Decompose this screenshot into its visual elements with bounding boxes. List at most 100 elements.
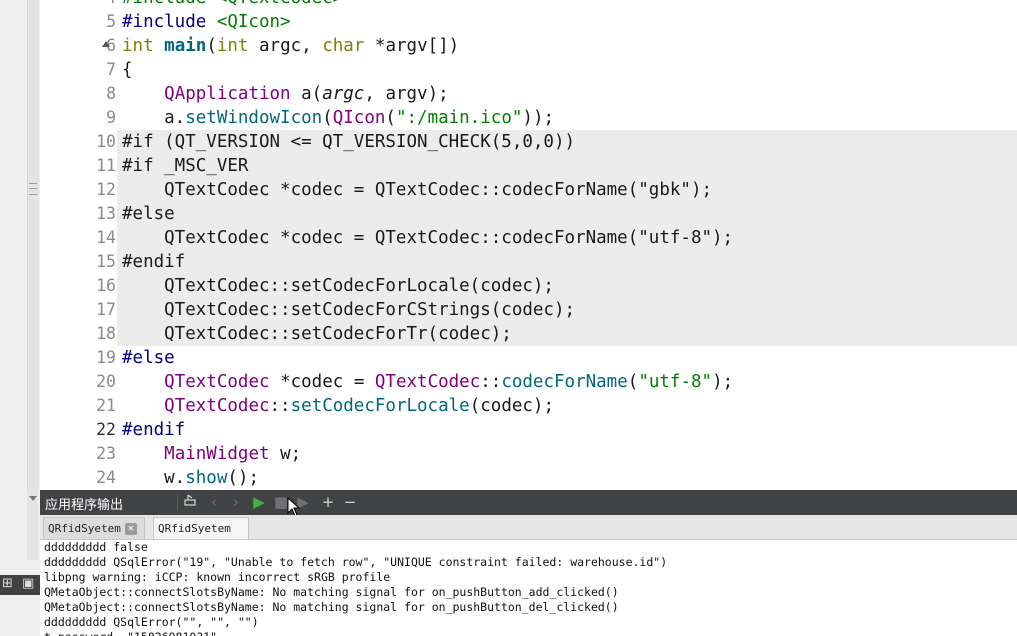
tab-close-icon[interactable]: ✕ <box>124 523 137 535</box>
code-token: setWindowIcon <box>185 108 323 128</box>
output-tab-bar: QRfidSyetem✕ QRfidSyetem✕ <box>40 515 1017 557</box>
line-number: 5 <box>106 12 116 31</box>
code-line[interactable]: #endif <box>117 418 1017 442</box>
code-line[interactable]: QTextCodec::setCodecForCStrings(codec); <box>117 298 1017 322</box>
code-token: MainWidget <box>164 444 281 464</box>
split-view-icon[interactable]: ⊞ <box>2 576 13 591</box>
panel-toggle-icon[interactable]: ▣ <box>22 576 34 591</box>
code-token: main <box>164 36 207 56</box>
code-token: QTextCodec <box>164 396 270 416</box>
code-token: #if (QT_VERSION <= QT_VERSION_CHECK(5,0,… <box>122 132 576 152</box>
left-panel-scrollbar[interactable] <box>27 0 39 490</box>
fold-marker-icon[interactable] <box>102 41 110 47</box>
code-token: int <box>122 36 165 56</box>
line-number: 12 <box>96 180 116 199</box>
code-token: a( <box>301 84 323 104</box>
left-side-panel <box>0 0 41 490</box>
code-token: ( <box>322 108 333 128</box>
output-tab-qrfidsyetem-1[interactable]: QRfidSyetem ✕ <box>43 517 145 539</box>
code-token: , <box>364 84 386 104</box>
code-line[interactable]: #if (QT_VERSION <= QT_VERSION_CHECK(5,0,… <box>117 130 1017 154</box>
left-lower-scrollbar[interactable] <box>27 490 38 560</box>
code-token: codecForName <box>501 372 628 392</box>
output-pane-toolbar: 应用程序输出 ‹ › ▶ ■ ▶ + − <box>40 490 1017 515</box>
code-token: #if _MSC_VER <box>122 156 249 176</box>
line-number: 4 <box>40 0 116 10</box>
code-token: a. <box>122 108 186 128</box>
code-line[interactable]: w.show(); <box>117 466 1017 490</box>
code-token: ); <box>427 84 449 104</box>
rerun-icon[interactable]: ▶ <box>249 492 269 513</box>
previous-item-icon[interactable]: ‹ <box>204 492 224 513</box>
code-line[interactable]: #include <QIcon> <box>117 10 1017 34</box>
code-token: QTextCodec::setCodecForCStrings(codec); <box>122 300 576 320</box>
line-number: 10 <box>96 132 116 151</box>
line-number-gutter: 456789101112131415161718192021222324 <box>40 0 117 490</box>
code-token: QTextCodec *codec = QTextCodec::codecFor… <box>122 180 713 200</box>
code-token: w. <box>122 468 186 488</box>
splitter-grip-icon[interactable] <box>29 183 37 195</box>
code-line[interactable]: MainWidget w; <box>117 442 1017 466</box>
code-token: #else <box>122 348 175 368</box>
zoom-in-icon[interactable]: + <box>318 492 338 513</box>
code-line[interactable]: QTextCodec *codec = QTextCodec::codecFor… <box>117 178 1017 202</box>
application-output-text[interactable]: ddddddddd false ddddddddd QSqlError("19",… <box>40 540 1017 636</box>
code-token: )); <box>522 108 555 128</box>
code-line[interactable]: QTextCodec *codec = QTextCodec::codecFor… <box>117 226 1017 250</box>
code-line[interactable]: QTextCodec::setCodecForLocale(codec); <box>117 394 1017 418</box>
code-token: ( <box>385 108 396 128</box>
code-token: QTextCodec *codec = QTextCodec::codecFor… <box>122 228 734 248</box>
code-editor[interactable]: #include <QTextCodec> #include <QIcon>int… <box>117 0 1017 490</box>
output-pane-title: 应用程序输出 <box>45 498 124 513</box>
attach-to-process-icon[interactable] <box>180 492 200 513</box>
code-line[interactable]: { <box>117 58 1017 82</box>
code-line[interactable]: #include <QTextCodec> <box>117 0 1017 10</box>
line-number: 19 <box>96 348 116 367</box>
code-line[interactable]: QTextCodec::setCodecForTr(codec); <box>117 322 1017 346</box>
code-line[interactable]: #if _MSC_VER <box>117 154 1017 178</box>
code-token: (codec); <box>469 396 555 416</box>
output-tab-qrfidsyetem-2[interactable]: QRfidSyetem✕ <box>153 517 249 557</box>
code-token: QApplication <box>164 84 302 104</box>
output-line: t password "15826981031" <box>44 630 217 636</box>
code-token: QIcon <box>332 108 386 128</box>
tab-label: QRfidSyetem <box>158 522 231 535</box>
code-token: setCodecForLocale <box>290 396 470 416</box>
next-item-icon[interactable]: › <box>226 492 246 513</box>
line-number: 21 <box>96 396 116 415</box>
code-line[interactable]: #else <box>117 202 1017 226</box>
code-line[interactable]: #else <box>117 346 1017 370</box>
code-token: :: <box>269 396 291 416</box>
code-token: w; <box>280 444 302 464</box>
code-line[interactable]: int main(int argc, char *argv[]) <box>117 34 1017 58</box>
code-token: #include <box>122 12 217 32</box>
code-token: ( <box>206 36 217 56</box>
code-token: QTextCodec::setCodecForTr(codec); <box>122 324 512 344</box>
code-line[interactable]: QTextCodec *codec = QTextCodec::codecFor… <box>117 370 1017 394</box>
code-token: show <box>185 468 228 488</box>
code-token: #include <QTextCodec> <box>122 0 343 8</box>
code-token: *argv[]) <box>374 36 460 56</box>
code-token: char <box>322 36 375 56</box>
code-token: argv <box>385 84 428 104</box>
output-line: ddddddddd QSqlError("", "", "") <box>44 615 259 629</box>
code-line[interactable]: QApplication a(argc, argv); <box>117 82 1017 106</box>
output-line: ddddddddd false <box>44 540 148 554</box>
zoom-out-icon[interactable]: − <box>340 492 360 513</box>
code-line[interactable]: a.setWindowIcon(QIcon(":/main.ico")); <box>117 106 1017 130</box>
code-line[interactable]: QTextCodec::setCodecForLocale(codec); <box>117 274 1017 298</box>
code-line[interactable]: #endif <box>117 250 1017 274</box>
code-token: "utf-8" <box>638 372 713 392</box>
code-token: argc <box>322 84 365 104</box>
line-number: 17 <box>96 300 116 319</box>
code-token: ); <box>712 372 734 392</box>
line-number: 16 <box>96 276 116 295</box>
code-token: :: <box>480 372 502 392</box>
left-mini-toolbar: ⊞ ▣ <box>0 575 40 595</box>
code-token: QTextCodec <box>374 372 481 392</box>
line-number: 8 <box>106 84 116 103</box>
